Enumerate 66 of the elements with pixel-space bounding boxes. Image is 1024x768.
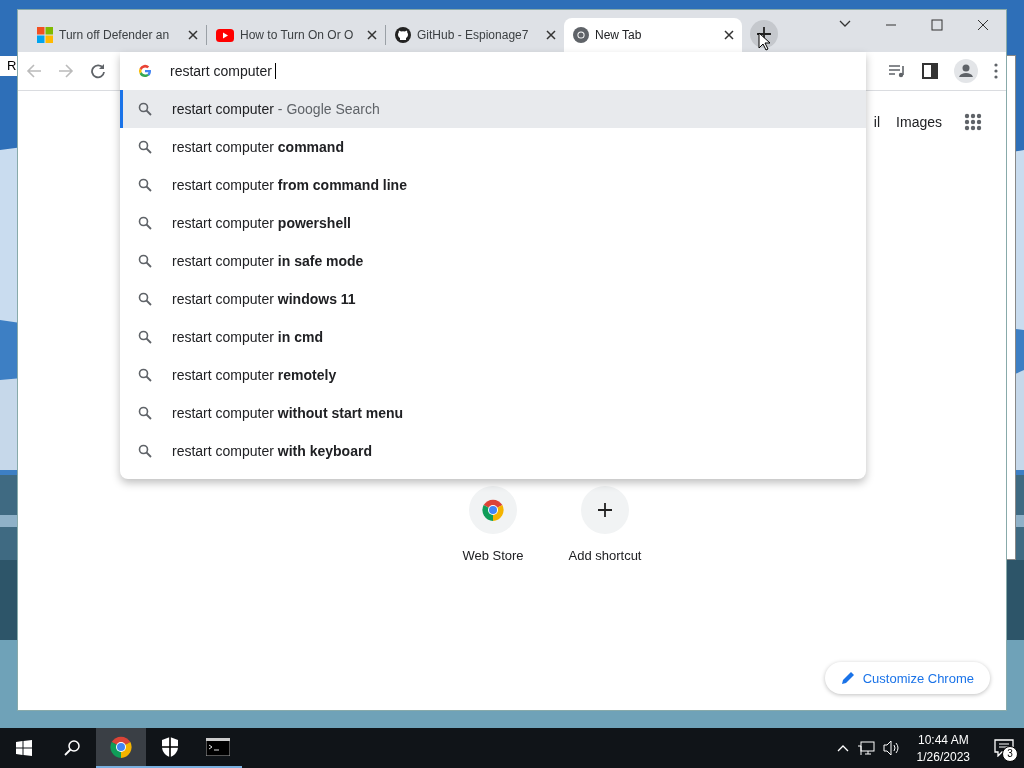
- google-logo-icon: [138, 64, 152, 78]
- address-field[interactable]: restart computer: [170, 63, 276, 79]
- speech-bubble-icon: [994, 739, 1014, 757]
- browser-logo-icon: [481, 498, 505, 522]
- search-icon: [138, 444, 152, 458]
- suggestion-item[interactable]: restart computer in safe mode: [120, 242, 866, 280]
- suggestion-item[interactable]: restart computer windows 11: [120, 280, 866, 318]
- search-icon: [138, 254, 152, 268]
- side-panel-icon[interactable]: [922, 63, 938, 79]
- notification-count: 3: [1002, 746, 1018, 762]
- plus-icon: [597, 502, 613, 518]
- four-squares-icon: [37, 27, 53, 43]
- close-icon[interactable]: [367, 30, 377, 40]
- terminal-icon: [206, 738, 230, 756]
- shortcut-tile[interactable]: [469, 486, 517, 534]
- speaker-icon[interactable]: [882, 740, 901, 756]
- search-icon: [138, 178, 152, 192]
- search-icon: [138, 102, 152, 116]
- shortcut-label[interactable]: Add shortcut: [568, 548, 642, 563]
- shortcut-tile[interactable]: [581, 486, 629, 534]
- header-link[interactable]: il: [873, 114, 881, 130]
- close-icon[interactable]: [724, 30, 734, 40]
- suggestion-item[interactable]: restart computer powershell: [120, 204, 866, 242]
- shortcut-label[interactable]: Web Store: [462, 548, 524, 563]
- windows-logo-icon: [16, 740, 32, 756]
- search-icon: [138, 368, 152, 382]
- close-icon[interactable]: [188, 30, 198, 40]
- profile-avatar-icon[interactable]: [954, 59, 978, 83]
- cat-icon: [395, 27, 411, 43]
- browser-tab[interactable]: GitHub - Espionage7: [386, 18, 564, 52]
- suggestion-item[interactable]: restart computer remotely: [120, 356, 866, 394]
- browser-tab[interactable]: How to Turn On Or O: [207, 18, 385, 52]
- suggestion-item[interactable]: restart computer command: [120, 128, 866, 166]
- suggestion-item[interactable]: restart computer in cmd: [120, 318, 866, 356]
- browser-logo-icon: [109, 735, 133, 759]
- taskbar-app[interactable]: [96, 728, 146, 768]
- clock-date[interactable]: 1/26/2023: [916, 749, 970, 764]
- header-link[interactable]: Images: [896, 114, 942, 130]
- search-icon: [138, 140, 152, 154]
- search-icon: [138, 216, 152, 230]
- pencil-icon: [840, 671, 855, 685]
- play-icon: [216, 28, 234, 42]
- suggestion-item[interactable]: restart computer from command line: [120, 166, 866, 204]
- close-icon[interactable]: [546, 30, 556, 40]
- chevron-up-icon[interactable]: [836, 744, 849, 752]
- network-icon[interactable]: [856, 740, 875, 756]
- playlist-icon[interactable]: [888, 63, 906, 79]
- shield-icon: [160, 736, 180, 758]
- customize-button[interactable]: Customize Chrome: [824, 662, 990, 694]
- suggestion-item[interactable]: restart computer without start menu: [120, 394, 866, 432]
- notification-button[interactable]: 3: [984, 728, 1024, 768]
- apps-grid-icon[interactable]: [964, 113, 982, 131]
- mouse-cursor-icon: [758, 32, 770, 51]
- suggestion-item[interactable]: restart computer with keyboard: [120, 432, 866, 470]
- clock-time[interactable]: 10:44 AM: [917, 732, 969, 747]
- browser-logo-icon: [573, 27, 589, 43]
- search-icon: [138, 406, 152, 420]
- browser-tab[interactable]: Turn off Defender an: [28, 18, 206, 52]
- suggestion-item[interactable]: restart computer - Google Search: [120, 90, 866, 128]
- browser-tab[interactable]: New Tab: [564, 18, 742, 52]
- background-window-text: R: [7, 58, 17, 73]
- reload-icon[interactable]: [90, 63, 106, 79]
- more-menu-icon[interactable]: [994, 63, 998, 79]
- search-icon: [138, 292, 152, 306]
- search-icon: [64, 740, 80, 756]
- search-icon: [138, 330, 152, 344]
